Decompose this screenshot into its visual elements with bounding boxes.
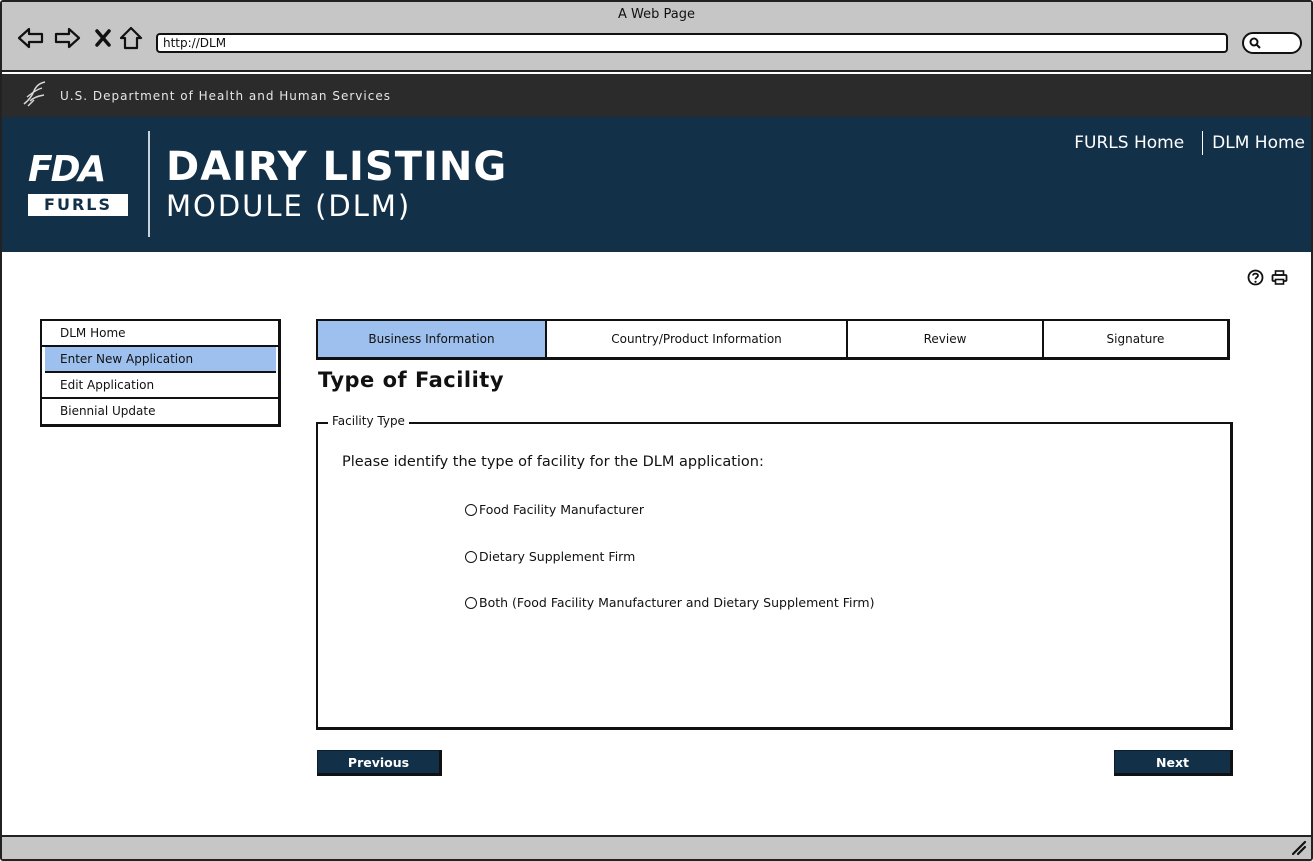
module-subtitle: MODULE (DLM)	[166, 189, 412, 223]
option-food-facility-manufacturer[interactable]: Food Facility Manufacturer	[465, 502, 644, 517]
dlm-home-link[interactable]: DLM Home	[1212, 133, 1305, 153]
fda-logo-mark: FDA	[28, 149, 106, 190]
page-tools	[1246, 268, 1288, 286]
fda-furls-logo[interactable]: FDA FURLS	[28, 150, 130, 220]
site-header: FDA FURLS DAIRY LISTING MODULE (DLM) FUR…	[2, 117, 1311, 252]
radio-button[interactable]	[465, 503, 477, 516]
option-label: Dietary Supplement Firm	[479, 549, 636, 564]
url-input[interactable]: http://DLM	[156, 33, 1228, 53]
stop-icon[interactable]	[88, 24, 118, 52]
furls-home-link[interactable]: FURLS Home	[1074, 133, 1184, 153]
sidebar-item-edit-application[interactable]: Edit Application	[42, 373, 278, 399]
next-button[interactable]: Next	[1114, 750, 1233, 776]
tab-country-product-information[interactable]: Country/Product Information	[547, 321, 848, 357]
print-icon[interactable]	[1270, 268, 1288, 286]
furls-logo-badge: FURLS	[28, 194, 128, 216]
option-label: Both (Food Facility Manufacturer and Die…	[479, 595, 875, 610]
search-icon	[1249, 34, 1261, 53]
wizard-tabs: Business Information Country/Product Inf…	[316, 319, 1230, 360]
radio-button[interactable]	[465, 596, 477, 609]
page-title: Type of Facility	[318, 368, 505, 392]
window-title: A Web Page	[618, 7, 695, 22]
header-links: FURLS Home DLM Home	[1074, 131, 1305, 155]
option-both[interactable]: Both (Food Facility Manufacturer and Die…	[465, 595, 874, 610]
sidebar-item-enter-new-application[interactable]: Enter New Application	[45, 347, 276, 373]
forward-arrow-icon[interactable]	[52, 24, 82, 52]
option-label: Food Facility Manufacturer	[479, 502, 644, 517]
browser-window: A Web Page http://DLM U.S. Department of…	[0, 0, 1313, 861]
help-icon[interactable]	[1246, 268, 1264, 286]
browser-status-bar	[2, 835, 1311, 859]
tab-signature[interactable]: Signature	[1044, 321, 1227, 357]
tab-business-information[interactable]: Business Information	[318, 321, 547, 357]
module-title: DAIRY LISTING	[166, 144, 508, 190]
hhs-eagle-icon	[20, 80, 48, 112]
facility-type-prompt: Please identify the type of facility for…	[342, 454, 764, 470]
browser-search-box[interactable]	[1242, 32, 1302, 54]
header-divider	[148, 131, 150, 237]
option-dietary-supplement-firm[interactable]: Dietary Supplement Firm	[465, 549, 635, 564]
facility-type-fieldset: Facility Type Please identify the type o…	[316, 414, 1233, 730]
radio-button[interactable]	[465, 550, 477, 563]
sidebar-item-dlm-home[interactable]: DLM Home	[42, 321, 278, 347]
fieldset-legend: Facility Type	[328, 414, 409, 428]
browser-toolbar: A Web Page http://DLM	[2, 2, 1311, 72]
sidebar-item-biennial-update[interactable]: Biennial Update	[42, 399, 278, 425]
previous-button[interactable]: Previous	[317, 750, 442, 776]
home-icon[interactable]	[116, 24, 146, 52]
gov-banner: U.S. Department of Health and Human Serv…	[2, 74, 1311, 117]
sidebar-nav: DLM Home Enter New Application Edit Appl…	[40, 319, 281, 427]
gov-banner-text: U.S. Department of Health and Human Serv…	[60, 88, 391, 103]
tab-review[interactable]: Review	[848, 321, 1044, 357]
link-separator	[1202, 131, 1204, 155]
resize-handle-icon[interactable]	[1291, 840, 1307, 856]
back-arrow-icon[interactable]	[16, 24, 46, 52]
